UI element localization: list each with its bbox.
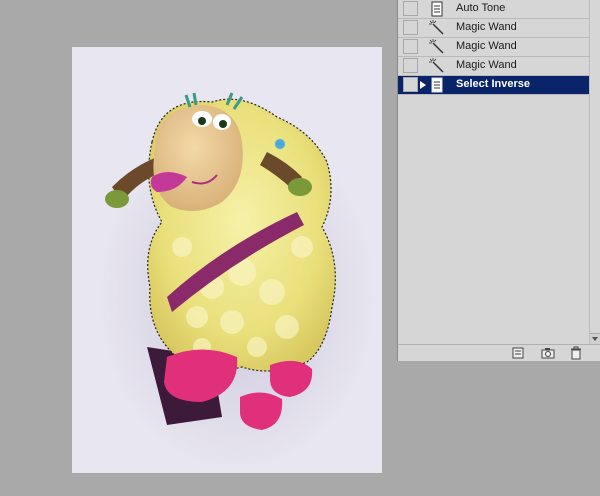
history-item-auto-tone[interactable]: Auto Tone [398,0,590,19]
snapshot-checkbox[interactable] [403,77,418,92]
snapshot-checkbox[interactable] [403,39,418,54]
history-panel: Auto Tone Magic Wand Magic Wand Magic Wa… [397,0,600,361]
image-canvas[interactable] [72,47,382,473]
history-panel-footer [398,344,600,361]
workspace-background [397,361,600,496]
document-icon [429,77,445,93]
history-list: Auto Tone Magic Wand Magic Wand Magic Wa… [398,0,590,95]
snapshot-checkbox[interactable] [403,20,418,35]
history-item-label: Magic Wand [456,21,517,33]
history-scrollbar[interactable] [589,0,600,344]
sheep-toy-image [97,92,377,472]
document-icon [429,1,445,17]
trash-icon[interactable] [568,346,584,360]
history-item-magic-wand[interactable]: Magic Wand [398,38,590,57]
history-item-label: Magic Wand [456,59,517,71]
scroll-down-button[interactable] [590,333,600,344]
snapshot-checkbox[interactable] [403,58,418,73]
magic-wand-icon [429,58,445,74]
history-item-label: Magic Wand [456,40,517,52]
history-item-label: Select Inverse [456,78,530,90]
magic-wand-icon [429,20,445,36]
history-item-label: Auto Tone [456,2,506,14]
history-state-arrow-icon[interactable] [420,81,426,89]
history-item-select-inverse[interactable]: Select Inverse [398,76,590,95]
snapshot-checkbox[interactable] [403,1,418,16]
new-document-from-state-icon[interactable] [510,346,526,360]
magic-wand-icon [429,39,445,55]
history-item-magic-wand[interactable]: Magic Wand [398,57,590,76]
history-item-magic-wand[interactable]: Magic Wand [398,19,590,38]
camera-icon[interactable] [540,346,556,360]
